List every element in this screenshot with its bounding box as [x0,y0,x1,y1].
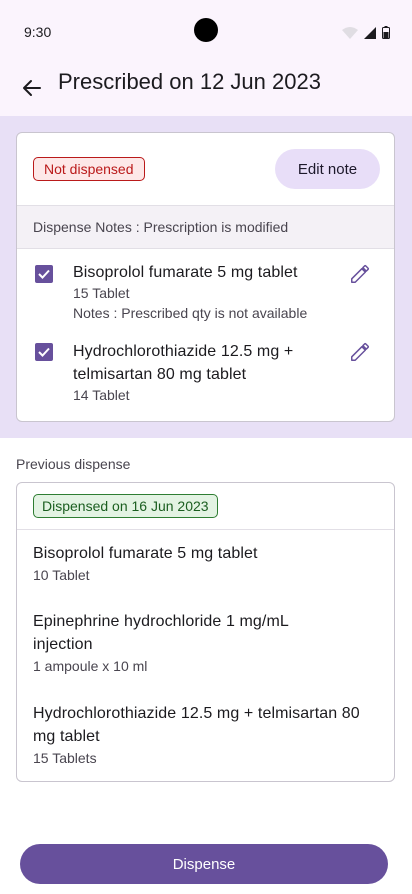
dispensed-badge: Dispensed on 16 Jun 2023 [33,494,218,518]
current-prescription-section: Not dispensed Edit note Dispense Notes :… [0,116,412,438]
edit-note-button[interactable]: Edit note [275,149,380,189]
pencil-icon[interactable] [349,263,371,285]
pencil-icon[interactable] [349,341,371,363]
dispense-button[interactable]: Dispense [20,844,388,884]
previous-dispense-label: Previous dispense [16,456,131,472]
item-checkbox[interactable] [35,265,53,283]
status-time: 9:30 [24,24,52,40]
medication-qty: 1 ampoule x 10 ml [33,658,148,674]
medication-notes: Notes : Prescribed qty is not available [73,305,308,321]
medication-qty: 10 Tablet [33,567,90,583]
item-checkbox[interactable] [35,343,53,361]
check-icon [38,347,50,357]
list-item: Hydrochlorothiazide 12.5 mg + telmisarta… [33,702,373,768]
list-item: Bisoprolol fumarate 5 mg tablet 10 Table… [33,542,373,585]
wifi-icon [342,26,358,39]
divider [17,529,394,530]
battery-icon [382,26,390,39]
arrow-back-icon [23,80,41,96]
medication-name: Bisoprolol fumarate 5 mg tablet [33,545,258,562]
cellular-icon [364,26,376,39]
medication-name: Hydrochlorothiazide 12.5 mg + telmisarta… [73,343,294,383]
not-dispensed-badge: Not dispensed [33,157,145,181]
medication-name: Epinephrine hydrochloride 1 mg/mL inject… [33,613,289,653]
status-icons [342,26,390,39]
prescription-card: Not dispensed Edit note Dispense Notes :… [16,132,395,422]
status-bar: 9:30 [0,0,412,60]
page-title: Prescribed on 12 Jun 2023 [58,69,321,94]
back-button[interactable] [14,70,50,106]
camera-cutout [194,18,218,42]
dispense-notes: Dispense Notes : Prescription is modifie… [17,205,394,249]
previous-dispense-card: Dispensed on 16 Jun 2023 Bisoprolol fuma… [16,482,395,782]
check-icon [38,269,50,279]
medication-name: Hydrochlorothiazide 12.5 mg + telmisarta… [33,705,360,745]
medication-qty: 15 Tablet [73,285,130,301]
medication-name: Bisoprolol fumarate 5 mg tablet [73,264,298,281]
medication-qty: 15 Tablets [33,750,97,766]
list-item: Epinephrine hydrochloride 1 mg/mL inject… [33,610,333,676]
medication-qty: 14 Tablet [73,387,130,403]
top-app-bar: Prescribed on 12 Jun 2023 [0,60,412,116]
